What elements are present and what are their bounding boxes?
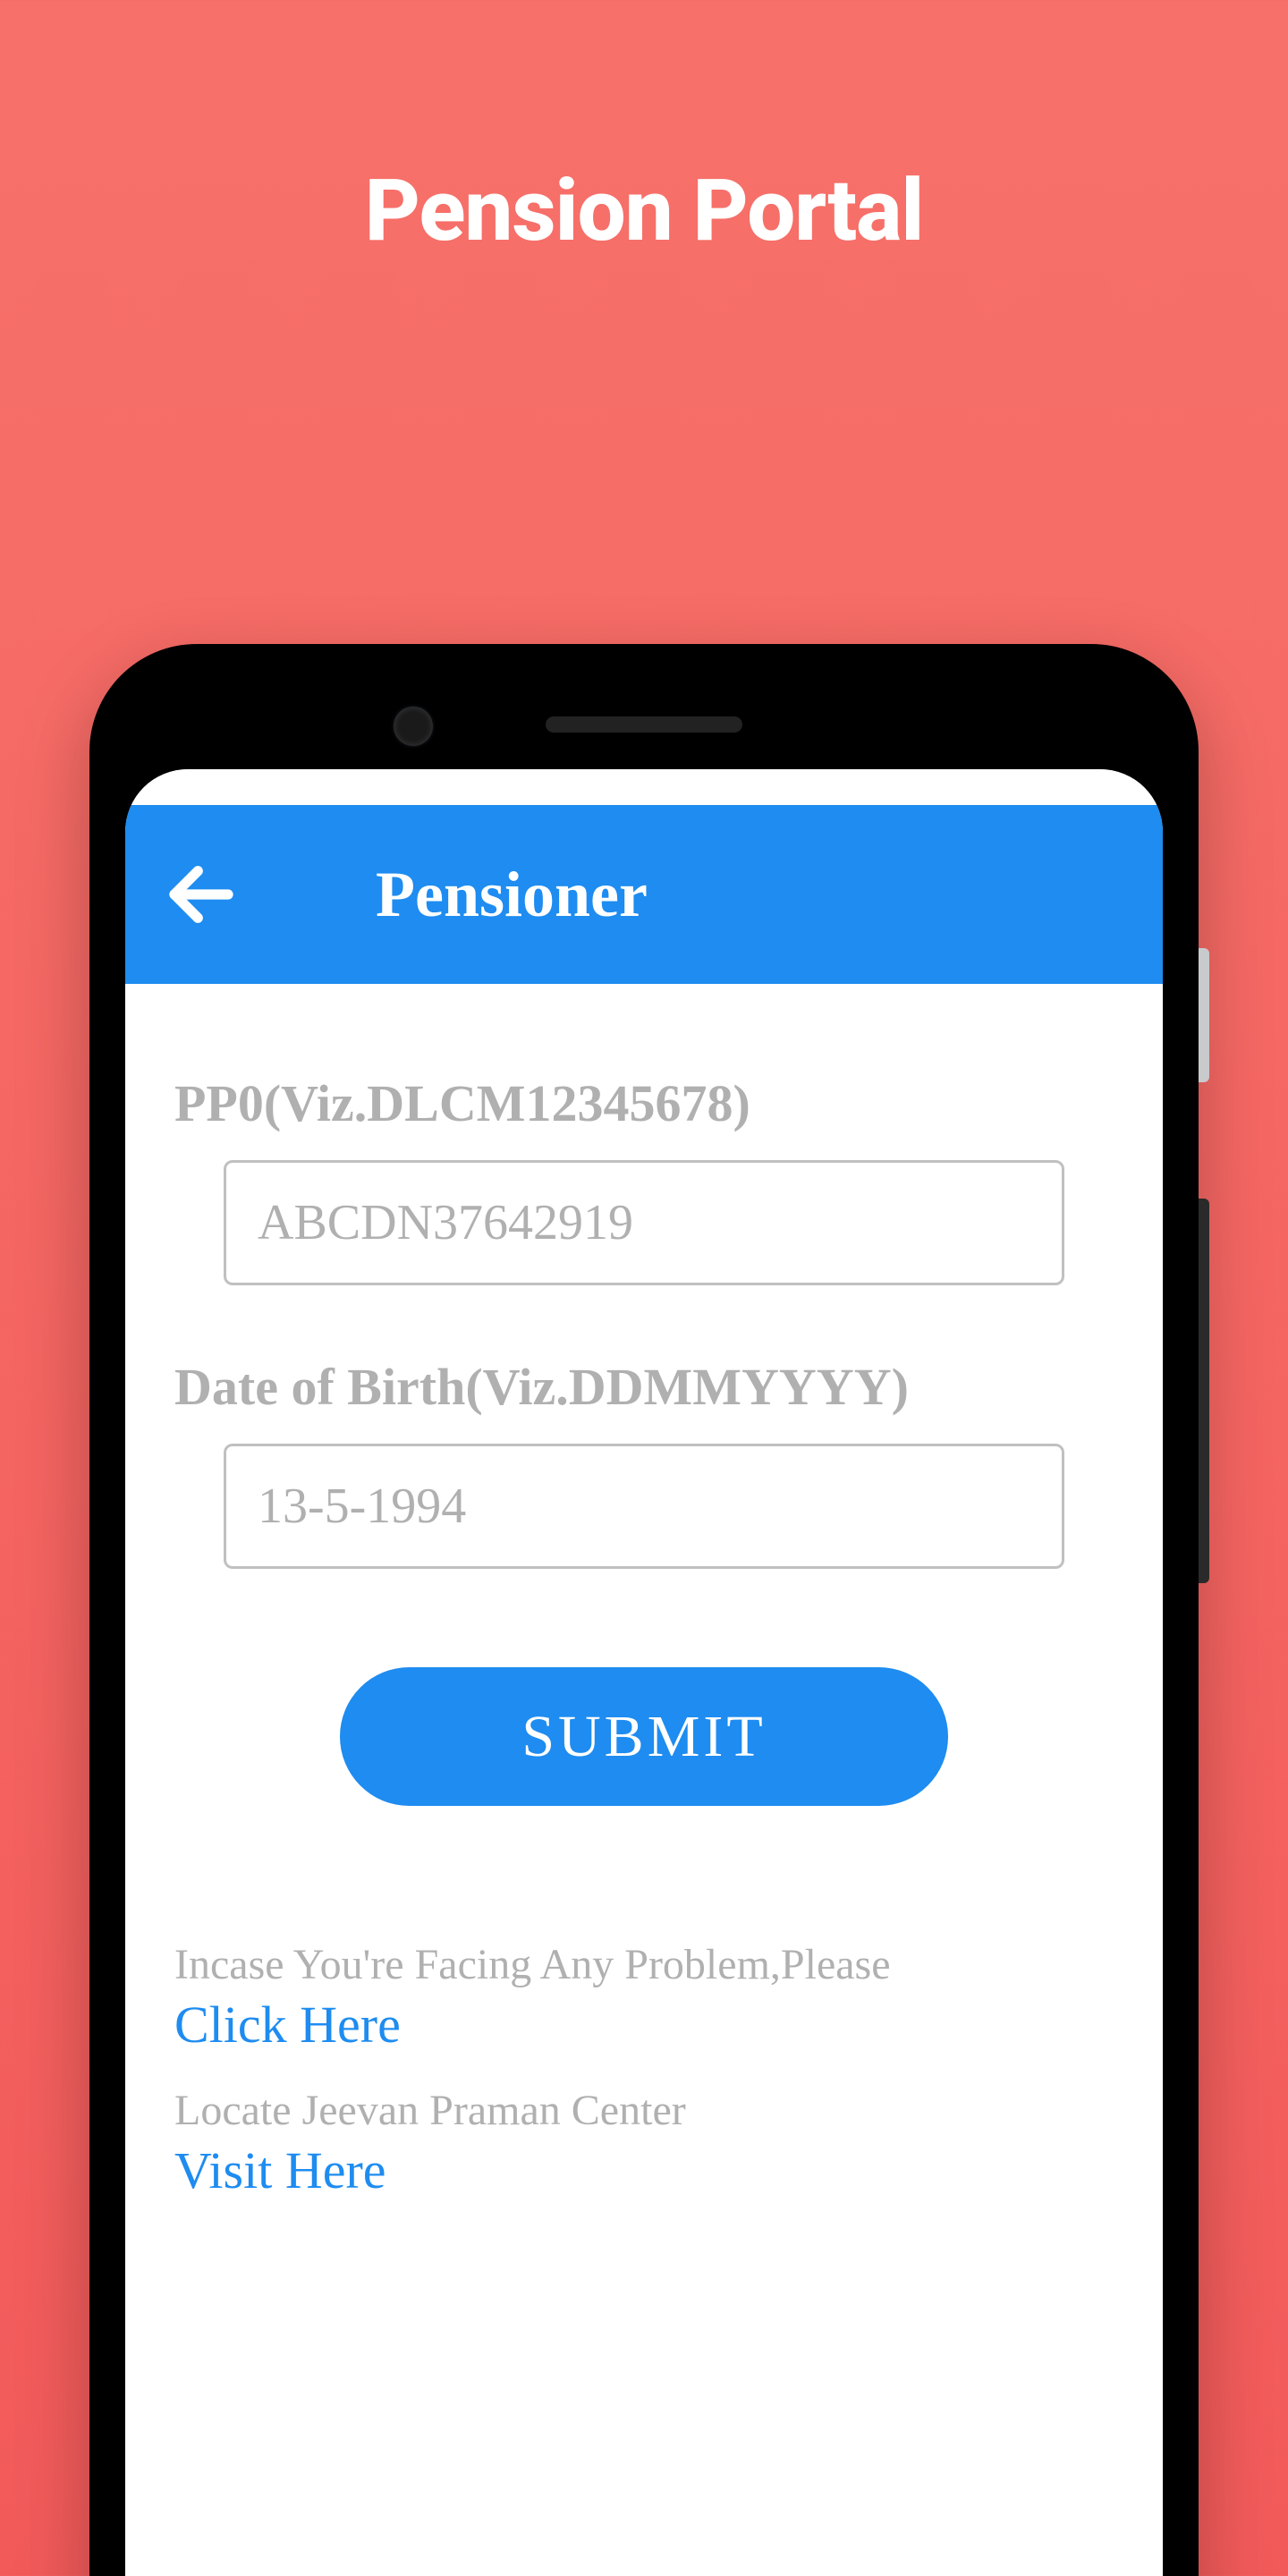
phone-side-button-power (1199, 948, 1209, 1082)
back-arrow-icon[interactable] (161, 854, 268, 935)
page-title: Pension Portal (0, 161, 1288, 261)
phone-speaker-icon (546, 716, 742, 733)
locate-center-text: Locate Jeevan Praman Center (174, 2086, 1114, 2135)
phone-screen: Pensioner PP0(Viz.DLCM12345678) Date of … (125, 769, 1163, 2576)
phone-side-button-volume (1199, 1199, 1209, 1583)
dob-label: Date of Birth(Viz.DDMMYYYY) (174, 1357, 1114, 1417)
submit-button[interactable]: SUBMIT (340, 1667, 948, 1806)
pensioner-form: PP0(Viz.DLCM12345678) Date of Birth(Viz.… (125, 984, 1163, 2200)
status-bar-space (125, 769, 1163, 805)
ppo-input[interactable] (224, 1160, 1064, 1285)
problem-help-text: Incase You're Facing Any Problem,Please (174, 1940, 1114, 1989)
problem-help-link[interactable]: Click Here (174, 1995, 1114, 2055)
ppo-label: PP0(Viz.DLCM12345678) (174, 1073, 1114, 1133)
phone-notch (125, 680, 1163, 769)
dob-input[interactable] (224, 1444, 1064, 1569)
phone-frame: Pensioner PP0(Viz.DLCM12345678) Date of … (89, 644, 1199, 2576)
header-title: Pensioner (376, 858, 648, 932)
help-section: Incase You're Facing Any Problem,Please … (174, 1940, 1114, 2200)
app-header: Pensioner (125, 805, 1163, 984)
phone-camera-icon (394, 707, 433, 746)
locate-center-link[interactable]: Visit Here (174, 2140, 1114, 2200)
